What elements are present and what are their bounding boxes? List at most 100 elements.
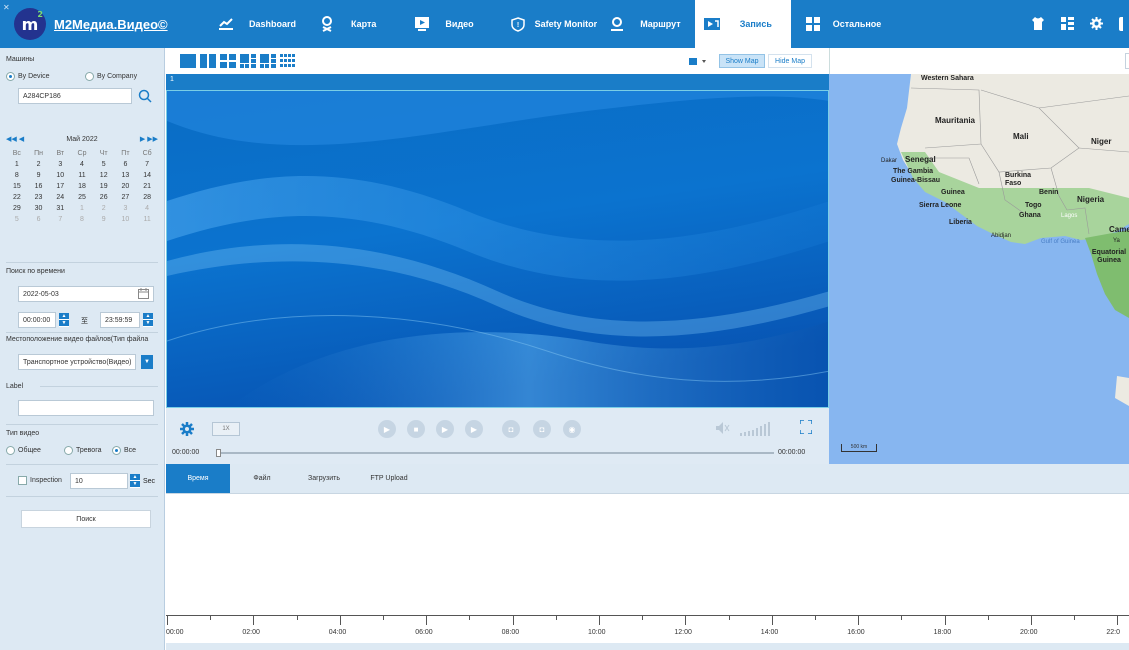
time-from-stepper[interactable]: ▲ ▼: [59, 313, 69, 327]
fast-forward-icon[interactable]: ▶: [465, 420, 483, 438]
nav-record[interactable]: Запись: [694, 0, 791, 48]
calendar-day[interactable]: 19: [93, 183, 115, 191]
nav-other[interactable]: Остальное: [805, 0, 881, 48]
time-to-stepper[interactable]: ▲ ▼: [143, 313, 153, 327]
nav-safety-monitor[interactable]: ! Safety Monitor: [510, 0, 597, 48]
nav-route[interactable]: Маршрут: [609, 0, 681, 48]
window-dropdown-icon[interactable]: [689, 57, 709, 68]
calendar-day[interactable]: 24: [49, 194, 71, 202]
calendar-day[interactable]: 4: [136, 205, 158, 213]
time-to-input[interactable]: 23:59:59: [100, 312, 140, 328]
stop-icon[interactable]: ■: [407, 420, 425, 438]
calendar-day[interactable]: 6: [28, 216, 50, 224]
volume-mute-icon[interactable]: [716, 422, 730, 436]
calendar-day[interactable]: 16: [28, 183, 50, 191]
calendar-day[interactable]: 25: [71, 194, 93, 202]
calendar-day[interactable]: 28: [136, 194, 158, 202]
hide-map-button[interactable]: Hide Map: [768, 54, 812, 68]
calendar-day[interactable]: 30: [28, 205, 50, 213]
gear-icon[interactable]: [1090, 16, 1103, 32]
calendar-day[interactable]: 10: [115, 216, 137, 224]
calendar-icon[interactable]: [138, 288, 149, 301]
calendar-day[interactable]: 2: [93, 205, 115, 213]
search-button[interactable]: Поиск: [21, 510, 151, 528]
inspection-checkbox[interactable]: Inspection: [18, 476, 62, 485]
tab-time[interactable]: Время: [166, 464, 230, 493]
calendar-day[interactable]: 1: [71, 205, 93, 213]
app-logo[interactable]: ✕ m2 M2Медиа.Видео©: [0, 0, 190, 48]
calendar-day[interactable]: 14: [136, 172, 158, 180]
shirt-icon[interactable]: [1031, 16, 1045, 32]
nav-dashboard[interactable]: Dashboard: [218, 0, 296, 48]
calendar-day[interactable]: 7: [49, 216, 71, 224]
calendar-day[interactable]: 6: [115, 161, 137, 169]
calendar-day[interactable]: 26: [93, 194, 115, 202]
calendar-day[interactable]: 31: [49, 205, 71, 213]
calendar-day[interactable]: 8: [71, 216, 93, 224]
layout-8-icon[interactable]: [240, 54, 256, 68]
calendar-day[interactable]: 22: [6, 194, 28, 202]
radio-by-device[interactable]: By Device: [6, 72, 50, 81]
nav-map[interactable]: Карта: [320, 0, 376, 48]
calendar-day[interactable]: 27: [115, 194, 137, 202]
calendar-day[interactable]: 10: [49, 172, 71, 180]
time-from-input[interactable]: 00:00:00: [18, 312, 56, 328]
radio-icon[interactable]: [6, 72, 15, 81]
radio-icon[interactable]: [64, 446, 73, 455]
map-control[interactable]: [1125, 53, 1129, 69]
map-view[interactable]: Western Sahara Mauritania Mali Niger Dak…: [829, 48, 1129, 464]
calendar-day[interactable]: 8: [6, 172, 28, 180]
radio-icon[interactable]: [6, 446, 15, 455]
volume-level-icon[interactable]: [740, 422, 774, 438]
calendar-day[interactable]: 23: [28, 194, 50, 202]
layout-16-icon[interactable]: [280, 54, 296, 68]
calendar-day[interactable]: 11: [136, 216, 158, 224]
fullscreen-icon[interactable]: [799, 419, 813, 436]
radio-type-alarm[interactable]: Тревога: [64, 446, 102, 455]
layout-1-icon[interactable]: [180, 54, 196, 68]
calendar-day[interactable]: 5: [6, 216, 28, 224]
calendar-day[interactable]: 3: [49, 161, 71, 169]
calendar-day[interactable]: 11: [71, 172, 93, 180]
seek-track[interactable]: [218, 452, 774, 454]
radio-type-general[interactable]: Общее: [6, 446, 41, 455]
device-search-input[interactable]: A284CP186: [18, 88, 132, 104]
location-select[interactable]: Транспортное устройство(Видео): [18, 354, 136, 370]
calendar-day[interactable]: 29: [6, 205, 28, 213]
close-icon[interactable]: ✕: [3, 3, 10, 12]
calendar-day[interactable]: 18: [71, 183, 93, 191]
calendar-day[interactable]: 9: [28, 172, 50, 180]
tab-ftp-upload[interactable]: FTP Upload: [354, 464, 424, 493]
recording-timeline[interactable]: 00:00 02:00 04:00 06:00 08:00 10:00 12:00 14:00…: [166, 493, 1129, 650]
calendar-day[interactable]: 21: [136, 183, 158, 191]
layout-9-icon[interactable]: [260, 54, 276, 68]
tab-file[interactable]: Файл: [230, 464, 294, 493]
seek-handle[interactable]: [216, 449, 221, 457]
calendar-day[interactable]: 7: [136, 161, 158, 169]
settings-gear-icon[interactable]: [180, 422, 194, 438]
tab-download[interactable]: Загрузить: [294, 464, 354, 493]
chevron-down-icon[interactable]: ▼: [141, 355, 153, 369]
video-player[interactable]: [166, 90, 829, 408]
clip-icon[interactable]: ◘: [502, 420, 520, 438]
app-title[interactable]: M2Медиа.Видео©: [54, 17, 168, 32]
calendar-day[interactable]: 2: [28, 161, 50, 169]
prev-year-month-icons[interactable]: ◀◀ ◀: [6, 135, 24, 143]
calendar-day[interactable]: 15: [6, 183, 28, 191]
radio-by-company[interactable]: By Company: [85, 72, 137, 81]
search-icon[interactable]: [138, 89, 152, 103]
radio-type-all[interactable]: Все: [112, 446, 136, 455]
radio-icon[interactable]: [112, 446, 121, 455]
label-input[interactable]: [18, 400, 154, 416]
calendar-day[interactable]: 17: [49, 183, 71, 191]
frame-forward-icon[interactable]: ▶: [436, 420, 454, 438]
calendar-day[interactable]: 13: [115, 172, 137, 180]
checkbox-icon[interactable]: [18, 476, 27, 485]
calendar-day[interactable]: 1: [6, 161, 28, 169]
user-icon[interactable]: [1119, 17, 1123, 31]
calendar-day[interactable]: 12: [93, 172, 115, 180]
radio-icon[interactable]: [85, 72, 94, 81]
inspection-input[interactable]: 10: [70, 473, 128, 489]
calendar-day[interactable]: 5: [93, 161, 115, 169]
calendar-day[interactable]: 20: [115, 183, 137, 191]
